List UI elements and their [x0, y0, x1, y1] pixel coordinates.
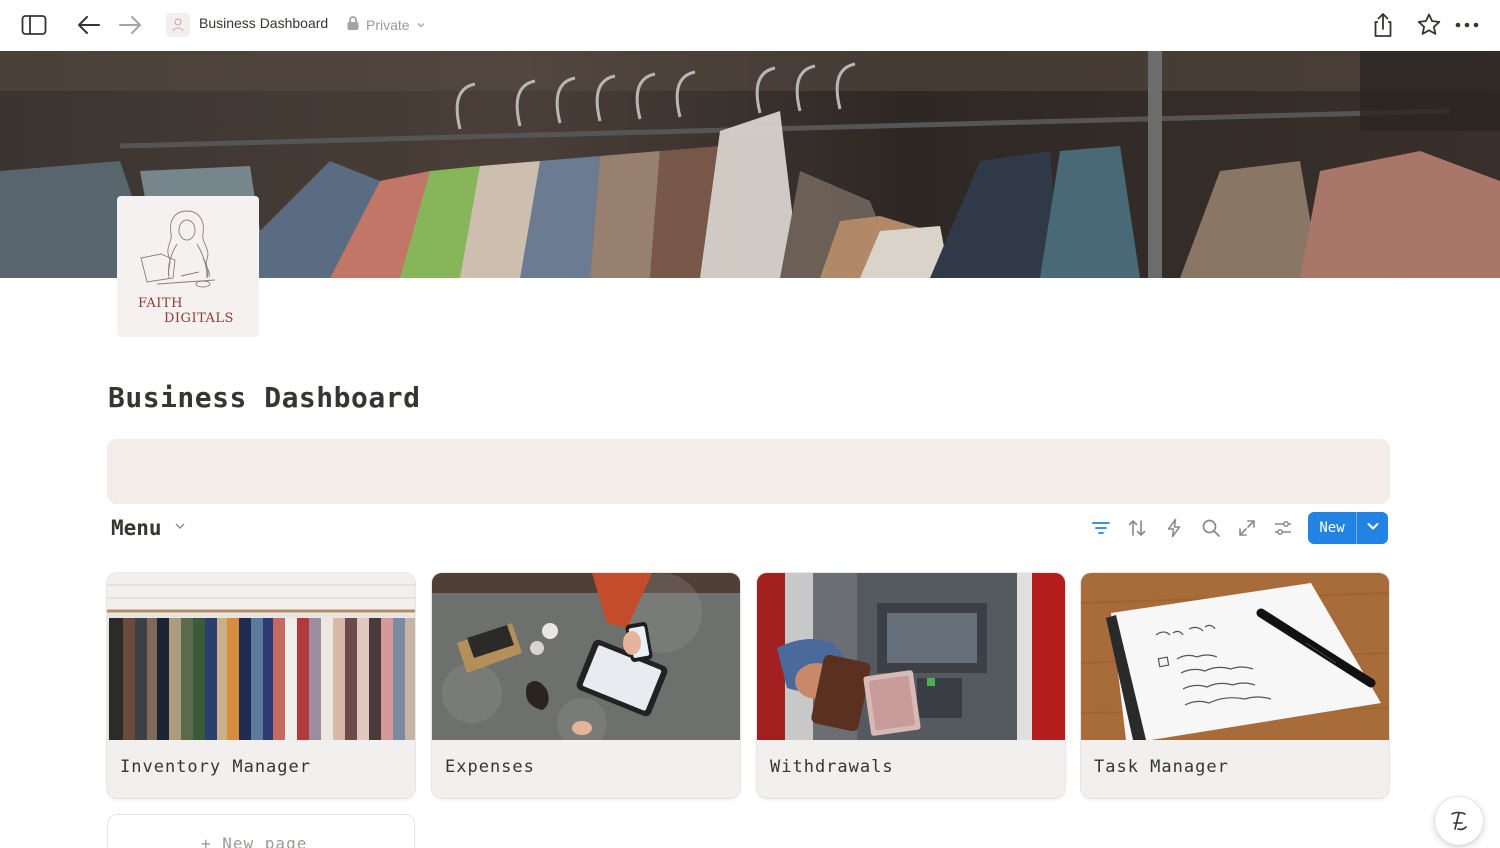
chevron-down-icon: [416, 17, 426, 33]
gallery-card[interactable]: Task Manager: [1081, 573, 1389, 798]
page-icon-logo[interactable]: FAITH DIGITALS: [117, 196, 259, 337]
notion-ai-icon[interactable]: [1435, 797, 1483, 845]
more-horizontal-icon[interactable]: [1453, 11, 1481, 39]
expand-icon[interactable]: [1233, 514, 1261, 542]
database-title: Menu: [111, 516, 162, 540]
arrow-right-icon[interactable]: [116, 11, 144, 39]
new-page-label: + New page: [201, 834, 308, 848]
settings-sliders-icon[interactable]: [1269, 514, 1297, 542]
privacy-label: Private: [366, 16, 410, 33]
sort-icon[interactable]: [1123, 514, 1151, 542]
card-cover-image: [432, 573, 740, 740]
card-title: Task Manager: [1094, 757, 1229, 777]
lightning-icon[interactable]: [1160, 514, 1188, 542]
callout-block[interactable]: [107, 439, 1390, 504]
card-title: Expenses: [445, 757, 535, 777]
filter-icon[interactable]: [1087, 514, 1115, 542]
new-record-button-group: New: [1308, 512, 1388, 544]
card-cover-image: [757, 573, 1065, 740]
privacy-menu[interactable]: Private: [346, 15, 426, 34]
gallery-card[interactable]: Withdrawals: [757, 573, 1065, 798]
database-view-title[interactable]: Menu: [111, 516, 186, 540]
lock-icon: [346, 15, 360, 34]
logo-text-line2: DIGITALS: [164, 311, 234, 326]
card-cover-image: [1081, 573, 1389, 740]
arrow-left-icon[interactable]: [75, 11, 103, 39]
new-page-card[interactable]: + New page: [107, 814, 415, 848]
gallery-card[interactable]: Inventory Manager: [107, 573, 415, 798]
breadcrumb-page-title[interactable]: Business Dashboard: [199, 15, 328, 31]
logo-text-line1: FAITH: [138, 296, 183, 311]
top-bar: Business Dashboard Private: [0, 0, 1500, 50]
new-record-button[interactable]: New: [1308, 512, 1356, 544]
share-icon[interactable]: [1369, 11, 1397, 39]
card-title: Withdrawals: [770, 757, 894, 777]
page-title[interactable]: Business Dashboard: [108, 381, 420, 414]
gallery-card[interactable]: Expenses: [432, 573, 740, 798]
page-favicon-icon[interactable]: [166, 13, 190, 37]
card-title: Inventory Manager: [120, 757, 311, 777]
chevron-down-icon: [174, 519, 186, 537]
search-icon[interactable]: [1197, 514, 1225, 542]
chevron-down-icon: [1366, 519, 1380, 538]
new-template-dropdown[interactable]: [1357, 512, 1388, 544]
card-cover-image: [107, 573, 415, 740]
sidebar-toggle-icon[interactable]: [20, 11, 48, 39]
star-icon[interactable]: [1415, 11, 1443, 39]
